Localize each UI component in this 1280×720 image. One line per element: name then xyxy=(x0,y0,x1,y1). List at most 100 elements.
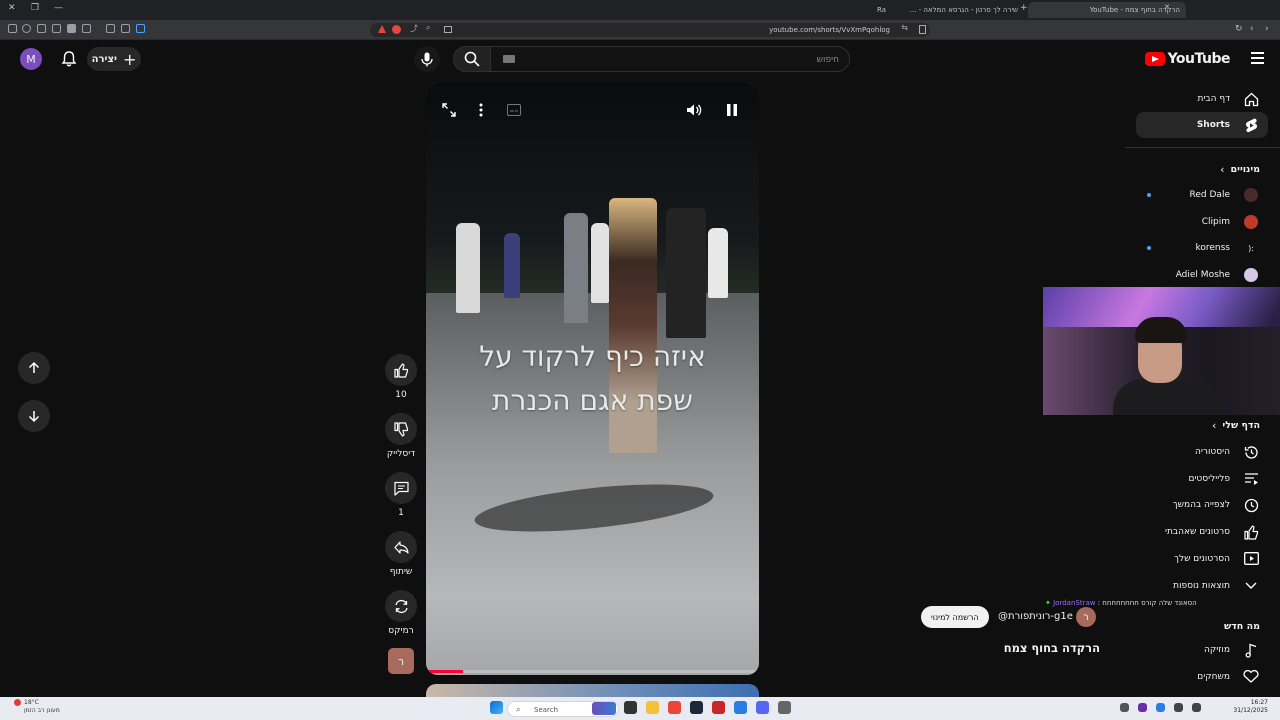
browser-tab-active[interactable]: הרקדה בחוף צמח - YouTube xyxy=(1028,2,1186,18)
address-bar[interactable]: ⤴ ⌕ youtube.com/shorts/VvXmPqohlog ⇆ xyxy=(370,23,930,37)
pause-button[interactable] xyxy=(723,101,741,119)
home-icon xyxy=(1242,90,1260,108)
sidebar-item-history[interactable]: היסטוריה xyxy=(1195,439,1260,465)
close-tab-icon[interactable]: ✕ xyxy=(1164,3,1170,11)
tune-icon[interactable]: ⇆ xyxy=(901,23,908,32)
video-progress-bar[interactable] xyxy=(426,670,759,673)
pen-icon[interactable] xyxy=(37,24,46,33)
channel-avatar xyxy=(1242,213,1260,231)
captions-button[interactable] xyxy=(505,101,523,119)
search-button[interactable] xyxy=(453,46,491,72)
like-button[interactable] xyxy=(385,354,417,386)
os-taskbar: 18°C מעונן רב הזמן ⌕ Search 16:27 31/12/… xyxy=(0,697,1280,720)
bookmark-icon[interactable] xyxy=(919,25,926,34)
previous-short-button[interactable] xyxy=(18,352,50,384)
restore-window-icon[interactable]: ❐ xyxy=(31,3,39,13)
channel-handle[interactable]: @רונית‏פורת-g1e xyxy=(998,611,1073,622)
tray-icon[interactable] xyxy=(1156,703,1165,712)
steam-icon[interactable] xyxy=(690,701,703,714)
weather-widget[interactable]: 18°C מעונן רב הזמן xyxy=(24,699,60,715)
comments-button[interactable] xyxy=(385,472,417,504)
start-icon[interactable] xyxy=(490,701,503,714)
close-window-icon[interactable]: ✕ xyxy=(8,3,16,13)
reload-icon[interactable]: ↻ xyxy=(1235,24,1243,34)
sidebar-item-subscription[interactable]: Clipim xyxy=(1202,209,1260,235)
sidebar-item-playlist[interactable]: פלייליסטים xyxy=(1188,466,1260,492)
share-icon[interactable]: ⤴ xyxy=(410,23,418,34)
sidebar-item-subscription[interactable]: Red Dale xyxy=(1190,182,1260,208)
grid-icon[interactable] xyxy=(106,24,115,33)
settings-icon[interactable] xyxy=(778,701,791,714)
sidebar-you-heading[interactable]: הדף שלי › xyxy=(1212,419,1260,432)
dislike-button[interactable] xyxy=(385,413,417,445)
back-icon[interactable]: ‹ xyxy=(1250,24,1254,34)
browser-tab[interactable]: Ra xyxy=(866,2,892,18)
create-button[interactable]: יצירה + xyxy=(87,47,141,71)
notifications-button[interactable] xyxy=(60,50,78,68)
sidebar-item-home[interactable]: דף הבית xyxy=(1197,86,1260,112)
video-figure xyxy=(564,213,588,323)
sidebar-item-subscription[interactable]: Adiel Moshe xyxy=(1176,262,1260,288)
channel-avatar-letter: ר xyxy=(1083,611,1089,623)
menu-icon[interactable] xyxy=(1251,52,1264,64)
network-icon[interactable] xyxy=(1174,703,1183,712)
channel-avatar[interactable]: ר xyxy=(1076,607,1096,627)
brave-icon[interactable] xyxy=(668,701,681,714)
remix-icon xyxy=(394,599,408,613)
volume-button[interactable] xyxy=(685,101,703,119)
app-icon[interactable] xyxy=(712,701,725,714)
forward-icon[interactable]: › xyxy=(1265,24,1269,34)
shield-icon[interactable] xyxy=(392,25,401,34)
volume-tray-icon[interactable] xyxy=(1192,703,1201,712)
sidebar-item-watch-later[interactable]: לצפייה בהמשך xyxy=(1173,492,1260,518)
sidebar-item-label: לצפייה בהמשך xyxy=(1172,500,1230,511)
taskbar-clock[interactable]: 16:27 31/12/2025 xyxy=(1233,699,1268,715)
browser-tab[interactable]: שירה לך סרטן - הגרסא המלאה - ... xyxy=(896,2,1024,18)
sidebar-item-gaming[interactable]: משחקים xyxy=(1197,664,1260,690)
share-button[interactable] xyxy=(385,531,417,563)
youtube-logo[interactable]: YouTube xyxy=(1144,49,1231,69)
file-explorer-icon[interactable] xyxy=(646,701,659,714)
screen-icon[interactable] xyxy=(444,26,452,33)
short-video-player[interactable]: איזה כיף לרקוד על שפת אגם הכנרת xyxy=(426,83,759,675)
discord-icon[interactable] xyxy=(756,701,769,714)
sidebar-item-your-videos[interactable]: הסרטונים שלך xyxy=(1174,546,1260,572)
music-icon[interactable] xyxy=(82,24,91,33)
remix-button[interactable] xyxy=(385,590,417,622)
widgets-icon[interactable] xyxy=(592,702,616,715)
sidebar-item-thumbs-up[interactable]: סרטונים שאהבתי xyxy=(1165,519,1260,545)
brave-shield-icon[interactable] xyxy=(378,25,386,33)
app-icon[interactable] xyxy=(734,701,747,714)
task-view-icon[interactable] xyxy=(624,701,637,714)
puzzle-icon[interactable] xyxy=(121,24,130,33)
more-options-button[interactable] xyxy=(472,101,490,119)
extension-icon[interactable] xyxy=(22,24,31,33)
panel-icon[interactable] xyxy=(67,24,76,33)
sidebar-item-chevron-down[interactable]: תוצאות נוספות xyxy=(1173,573,1260,599)
minimize-window-icon[interactable]: — xyxy=(54,3,63,13)
subscribe-button[interactable]: הרשמה למינוי xyxy=(921,606,989,628)
fullscreen-button[interactable] xyxy=(440,101,458,119)
sidebar-item-subscription[interactable]: korenss): xyxy=(1195,235,1260,261)
next-short-preview[interactable] xyxy=(426,684,759,698)
new-tab-icon[interactable]: + xyxy=(1020,3,1028,13)
channel-thumbnail-button[interactable]: ר xyxy=(388,648,414,674)
tray-icon[interactable] xyxy=(1138,703,1147,712)
zoom-icon[interactable]: ⌕ xyxy=(426,23,430,33)
watch-later-icon xyxy=(1242,496,1260,514)
search-input[interactable] xyxy=(539,51,839,68)
account-avatar[interactable]: M xyxy=(20,48,42,70)
window-icon[interactable] xyxy=(52,24,61,33)
extension-blue-icon[interactable] xyxy=(136,24,145,33)
sidebar-item-shorts[interactable]: Shorts xyxy=(1136,112,1268,138)
tray-icon[interactable] xyxy=(1120,703,1129,712)
sidebar-toggle-icon[interactable] xyxy=(8,24,17,33)
voice-search-button[interactable] xyxy=(414,46,440,72)
sidebar-item-label: דף הבית xyxy=(1197,94,1230,104)
next-short-button[interactable] xyxy=(18,400,50,432)
keyboard-icon[interactable] xyxy=(503,55,515,63)
history-icon xyxy=(1242,443,1260,461)
short-title[interactable]: הרקדה בחוף צמח xyxy=(960,641,1100,655)
sidebar-subscriptions-heading[interactable]: מינויים › xyxy=(1220,163,1260,176)
sidebar-item-music[interactable]: מוזיקה xyxy=(1204,637,1260,663)
